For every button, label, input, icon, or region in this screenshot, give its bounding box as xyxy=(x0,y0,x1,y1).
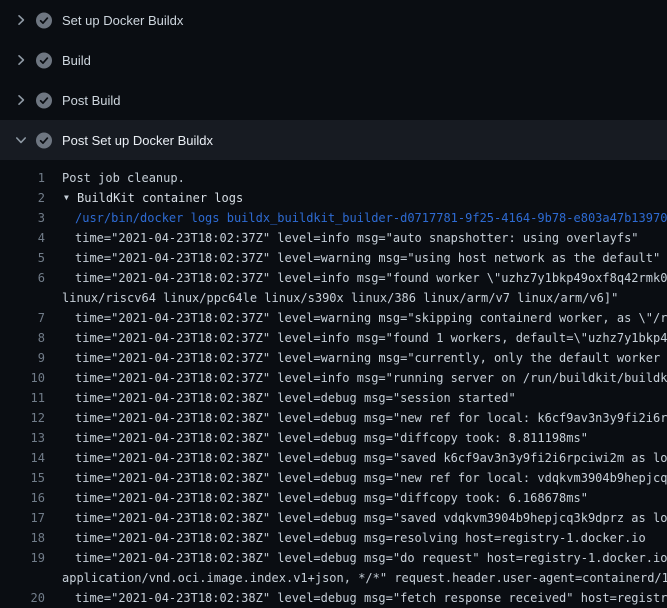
log-line-number[interactable]: 19 xyxy=(0,548,45,568)
log-line-text: time="2021-04-23T18:02:38Z" level=debug … xyxy=(62,488,588,508)
log-line-text: time="2021-04-23T18:02:38Z" level=debug … xyxy=(62,408,667,428)
check-circle-icon xyxy=(36,92,52,108)
log-line-text: /usr/bin/docker logs buildx_buildkit_bui… xyxy=(62,208,667,228)
log-line: 10 time="2021-04-23T18:02:37Z" level=inf… xyxy=(0,368,667,388)
log-line-text: linux/riscv64 linux/ppc64le linux/s390x … xyxy=(62,288,618,308)
step-row-build[interactable]: Build xyxy=(0,40,667,80)
chevron-icon xyxy=(13,92,29,108)
chevron-icon xyxy=(13,52,29,68)
log-line-number[interactable]: 14 xyxy=(0,448,45,468)
log-line: application/vnd.oci.image.index.v1+json,… xyxy=(0,568,667,588)
log-line: 1 Post job cleanup. xyxy=(0,168,667,188)
log-line-text: time="2021-04-23T18:02:37Z" level=info m… xyxy=(62,328,667,348)
log-line-text: time="2021-04-23T18:02:38Z" level=debug … xyxy=(62,448,667,468)
log-line-text: application/vnd.oci.image.index.v1+json,… xyxy=(62,568,667,588)
log-line: linux/riscv64 linux/ppc64le linux/s390x … xyxy=(0,288,667,308)
log-line-number[interactable]: 12 xyxy=(0,408,45,428)
log-line-text: time="2021-04-23T18:02:37Z" level=info m… xyxy=(62,228,639,248)
log-line: 9 time="2021-04-23T18:02:37Z" level=warn… xyxy=(0,348,667,368)
log-line: 16 time="2021-04-23T18:02:38Z" level=deb… xyxy=(0,488,667,508)
log-line-text: time="2021-04-23T18:02:37Z" level=warnin… xyxy=(62,348,667,368)
step-label: Post Set up Docker Buildx xyxy=(62,133,213,148)
log-line-number[interactable]: 3 xyxy=(0,208,45,228)
log-line-text: time="2021-04-23T18:02:38Z" level=debug … xyxy=(62,508,667,528)
log-line-number[interactable]: 6 xyxy=(0,268,45,288)
step-row-post-build[interactable]: Post Build xyxy=(0,80,667,120)
step-label: Build xyxy=(62,53,91,68)
log-area: 1 Post job cleanup. 2 ▼ BuildKit contain… xyxy=(0,160,667,608)
log-line-number[interactable]: 2 xyxy=(0,188,45,208)
step-row-set-up-docker-buildx[interactable]: Set up Docker Buildx xyxy=(0,0,667,40)
chevron-icon xyxy=(13,132,29,148)
log-line-number[interactable] xyxy=(0,288,45,308)
log-line-number[interactable]: 1 xyxy=(0,168,45,188)
log-line: 13 time="2021-04-23T18:02:38Z" level=deb… xyxy=(0,428,667,448)
log-line: 5 time="2021-04-23T18:02:37Z" level=warn… xyxy=(0,248,667,268)
log-line-number[interactable]: 8 xyxy=(0,328,45,348)
log-line: 17 time="2021-04-23T18:02:38Z" level=deb… xyxy=(0,508,667,528)
log-line-number[interactable]: 5 xyxy=(0,248,45,268)
log-line: 11 time="2021-04-23T18:02:38Z" level=deb… xyxy=(0,388,667,408)
log-line-number[interactable]: 17 xyxy=(0,508,45,528)
log-line-text: time="2021-04-23T18:02:38Z" level=debug … xyxy=(62,428,588,448)
log-line-number[interactable]: 13 xyxy=(0,428,45,448)
step-row-post-set-up-docker-buildx[interactable]: Post Set up Docker Buildx xyxy=(0,120,667,160)
log-line: 15 time="2021-04-23T18:02:38Z" level=deb… xyxy=(0,468,667,488)
chevron-icon xyxy=(13,12,29,28)
log-line: 14 time="2021-04-23T18:02:38Z" level=deb… xyxy=(0,448,667,468)
log-line-text: time="2021-04-23T18:02:37Z" level=info m… xyxy=(62,268,667,288)
log-line: 18 time="2021-04-23T18:02:38Z" level=deb… xyxy=(0,528,667,548)
log-line: 6 time="2021-04-23T18:02:37Z" level=info… xyxy=(0,268,667,288)
log-line-number[interactable]: 4 xyxy=(0,228,45,248)
log-line: 3 /usr/bin/docker logs buildx_buildkit_b… xyxy=(0,208,667,228)
step-label: Set up Docker Buildx xyxy=(62,13,183,28)
step-label: Post Build xyxy=(62,93,121,108)
log-line-text: time="2021-04-23T18:02:38Z" level=debug … xyxy=(62,468,667,488)
group-toggle-icon[interactable]: ▼ xyxy=(64,188,77,208)
log-line-text: time="2021-04-23T18:02:37Z" level=info m… xyxy=(62,368,667,388)
log-line: 12 time="2021-04-23T18:02:38Z" level=deb… xyxy=(0,408,667,428)
log-line-text: time="2021-04-23T18:02:38Z" level=debug … xyxy=(62,548,667,568)
steps-list: Set up Docker Buildx Build P xyxy=(0,0,667,160)
log-line: 19 time="2021-04-23T18:02:38Z" level=deb… xyxy=(0,548,667,568)
log-line-number[interactable]: 15 xyxy=(0,468,45,488)
log-line-number[interactable] xyxy=(0,568,45,588)
log-line: 8 time="2021-04-23T18:02:37Z" level=info… xyxy=(0,328,667,348)
log-line: 2 ▼ BuildKit container logs xyxy=(0,188,667,208)
log-line-text: BuildKit container logs xyxy=(77,188,243,208)
log-line-number[interactable]: 10 xyxy=(0,368,45,388)
log-line-number[interactable]: 11 xyxy=(0,388,45,408)
log-line: 7 time="2021-04-23T18:02:37Z" level=warn… xyxy=(0,308,667,328)
check-circle-icon xyxy=(36,52,52,68)
log-line: 20 time="2021-04-23T18:02:38Z" level=deb… xyxy=(0,588,667,608)
log-line-text: time="2021-04-23T18:02:38Z" level=debug … xyxy=(62,528,646,548)
log-line-text: time="2021-04-23T18:02:38Z" level=debug … xyxy=(62,588,667,608)
log-line-text: time="2021-04-23T18:02:37Z" level=warnin… xyxy=(62,308,667,328)
log-line-number[interactable]: 16 xyxy=(0,488,45,508)
log-line-text: time="2021-04-23T18:02:37Z" level=warnin… xyxy=(62,248,660,268)
log-line-number[interactable]: 9 xyxy=(0,348,45,368)
check-circle-icon xyxy=(36,12,52,28)
log-line-number[interactable]: 7 xyxy=(0,308,45,328)
check-circle-icon xyxy=(36,132,52,148)
log-line: 4 time="2021-04-23T18:02:37Z" level=info… xyxy=(0,228,667,248)
log-line-number[interactable]: 18 xyxy=(0,528,45,548)
log-line-text: time="2021-04-23T18:02:38Z" level=debug … xyxy=(62,388,516,408)
log-line-number[interactable]: 20 xyxy=(0,588,45,608)
log-line-text: Post job cleanup. xyxy=(62,168,185,188)
